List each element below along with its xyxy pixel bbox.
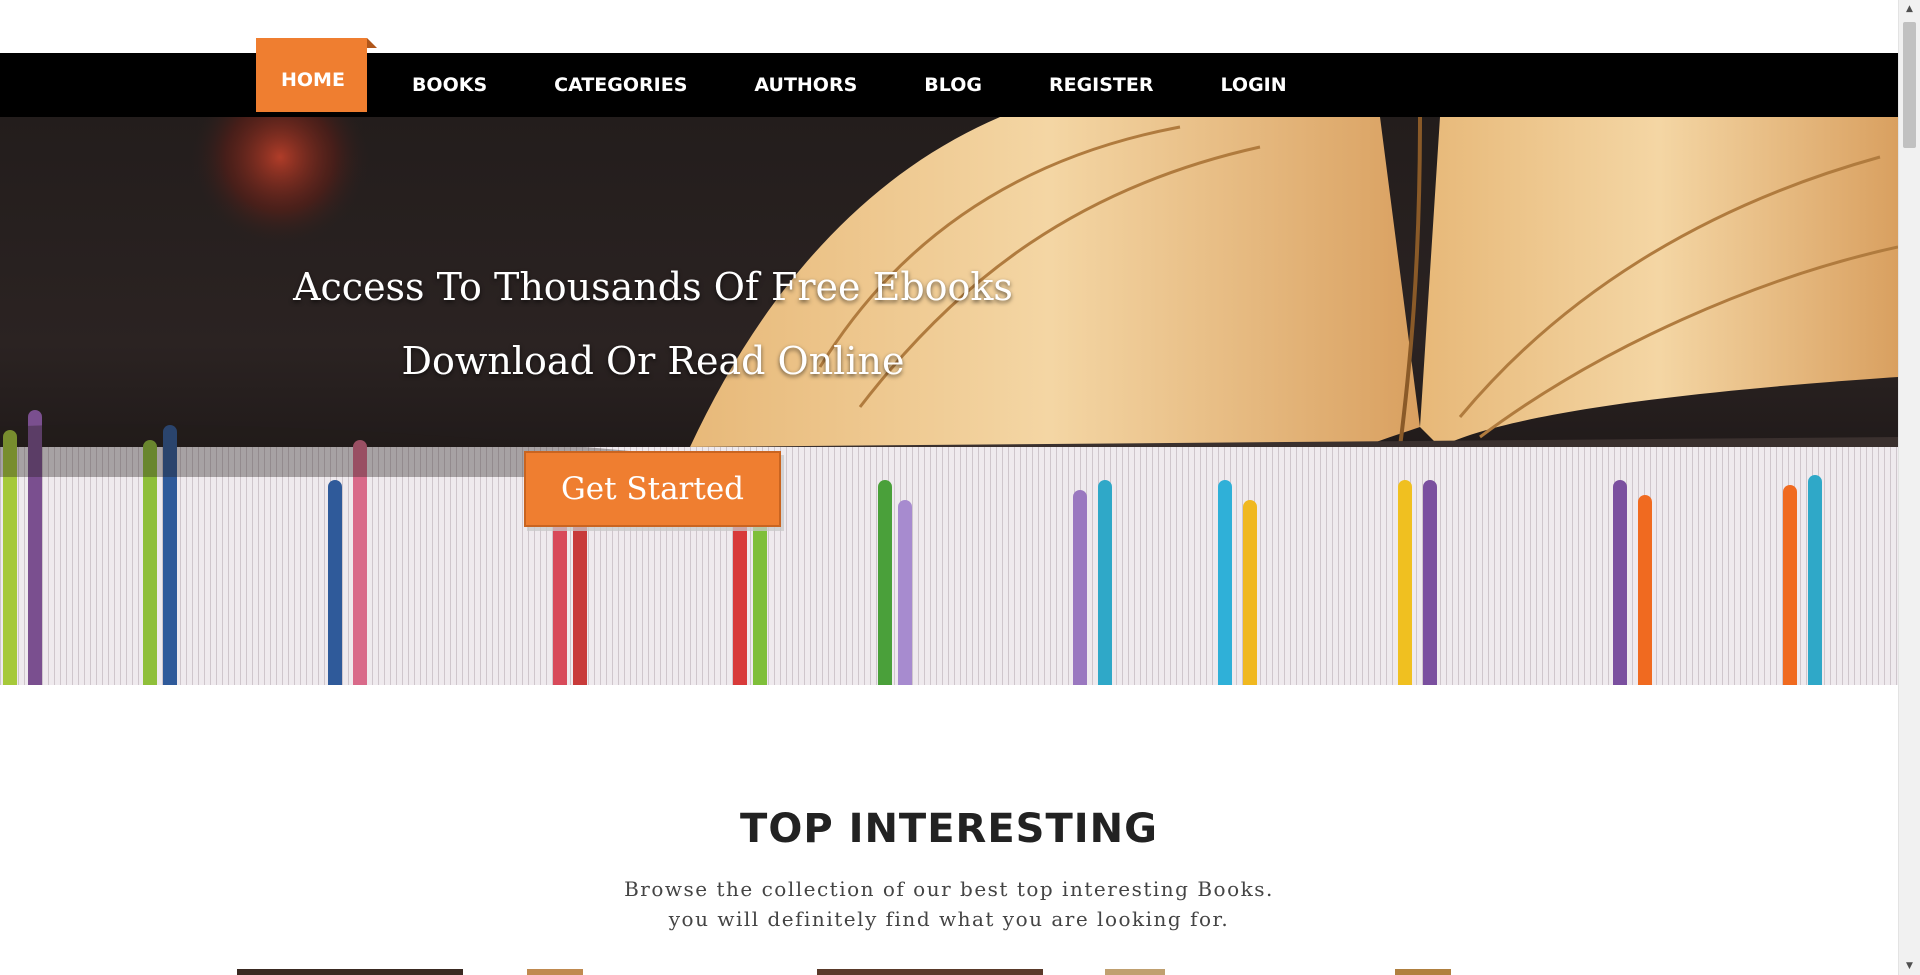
section-subtitle-line-1: Browse the collection of our best top in…: [624, 877, 1274, 901]
nav-list: HOME BOOKS CATEGORIES AUTHORS BLOG REGIS…: [256, 38, 1329, 117]
get-started-button[interactable]: Get Started: [524, 451, 781, 527]
book-cards-row: [0, 969, 1898, 975]
section-subtitle-line-2: you will definitely find what you are lo…: [668, 907, 1230, 931]
nav-item-register[interactable]: REGISTER: [1024, 53, 1176, 117]
book-card-top[interactable]: [1105, 969, 1165, 975]
hero-title-line-1: Access To Thousands Of Free Ebooks: [293, 265, 1013, 309]
main-navbar: HOME BOOKS CATEGORIES AUTHORS BLOG REGIS…: [0, 38, 1898, 117]
hero-title-line-2: Download Or Read Online: [401, 339, 905, 383]
nav-item-books[interactable]: BOOKS: [387, 53, 509, 117]
vertical-scrollbar[interactable]: ▲ ▼: [1898, 0, 1920, 975]
book-card-top[interactable]: [817, 969, 1043, 975]
book-card-top[interactable]: [1395, 969, 1451, 975]
scroll-up-arrow-icon[interactable]: ▲: [1899, 0, 1920, 18]
book-card-top[interactable]: [237, 969, 463, 975]
nav-item-login[interactable]: LOGIN: [1195, 53, 1308, 117]
hero-books-image: [0, 117, 1898, 685]
hero-banner: Access To Thousands Of Free Ebooks Downl…: [0, 117, 1898, 685]
book-card-top[interactable]: [527, 969, 583, 975]
nav-item-categories[interactable]: CATEGORIES: [529, 53, 709, 117]
section-title: TOP INTERESTING: [740, 806, 1158, 852]
scroll-thumb[interactable]: [1903, 22, 1916, 148]
section-subtitle: Browse the collection of our best top in…: [0, 874, 1898, 934]
scroll-down-arrow-icon[interactable]: ▼: [1899, 957, 1920, 975]
nav-item-blog[interactable]: BLOG: [899, 53, 1004, 117]
page: HOME BOOKS CATEGORIES AUTHORS BLOG REGIS…: [0, 0, 1920, 975]
nav-item-authors[interactable]: AUTHORS: [729, 53, 879, 117]
nav-item-home[interactable]: HOME: [256, 38, 377, 112]
